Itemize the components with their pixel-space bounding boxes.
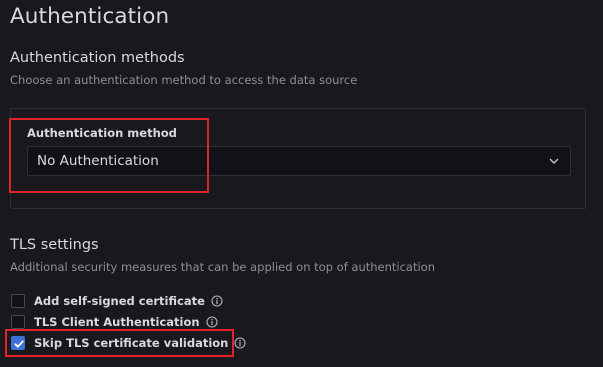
auth-methods-title: Authentication methods (10, 50, 185, 66)
self-signed-label: Add self-signed certificate (34, 294, 205, 308)
skip-validation-label: Skip TLS certificate validation (34, 336, 229, 350)
tls-settings-description: Additional security measures that can be… (10, 260, 436, 274)
auth-method-label: Authentication method (27, 126, 177, 140)
client-auth-checkbox[interactable] (11, 315, 25, 329)
auth-methods-description: Choose an authentication method to acces… (10, 73, 358, 87)
skip-validation-checkbox[interactable] (11, 336, 25, 350)
tls-option-client-auth: TLS Client Authentication (11, 314, 218, 330)
info-icon[interactable] (211, 295, 223, 307)
tls-option-self-signed: Add self-signed certificate (11, 293, 223, 309)
client-auth-label: TLS Client Authentication (34, 315, 200, 329)
auth-method-select[interactable]: No Authentication (27, 146, 571, 176)
page-title: Authentication (10, 4, 170, 29)
chevron-down-icon (549, 158, 559, 164)
authentication-page: Authentication Authentication methods Ch… (0, 0, 603, 367)
checkmark-icon (14, 340, 24, 348)
auth-method-selected-value: No Authentication (37, 153, 159, 169)
tls-settings-title: TLS settings (10, 237, 99, 253)
info-icon[interactable] (234, 337, 246, 349)
tls-option-skip-validation: Skip TLS certificate validation (11, 335, 246, 351)
self-signed-checkbox[interactable] (11, 294, 25, 308)
info-icon[interactable] (206, 316, 218, 328)
